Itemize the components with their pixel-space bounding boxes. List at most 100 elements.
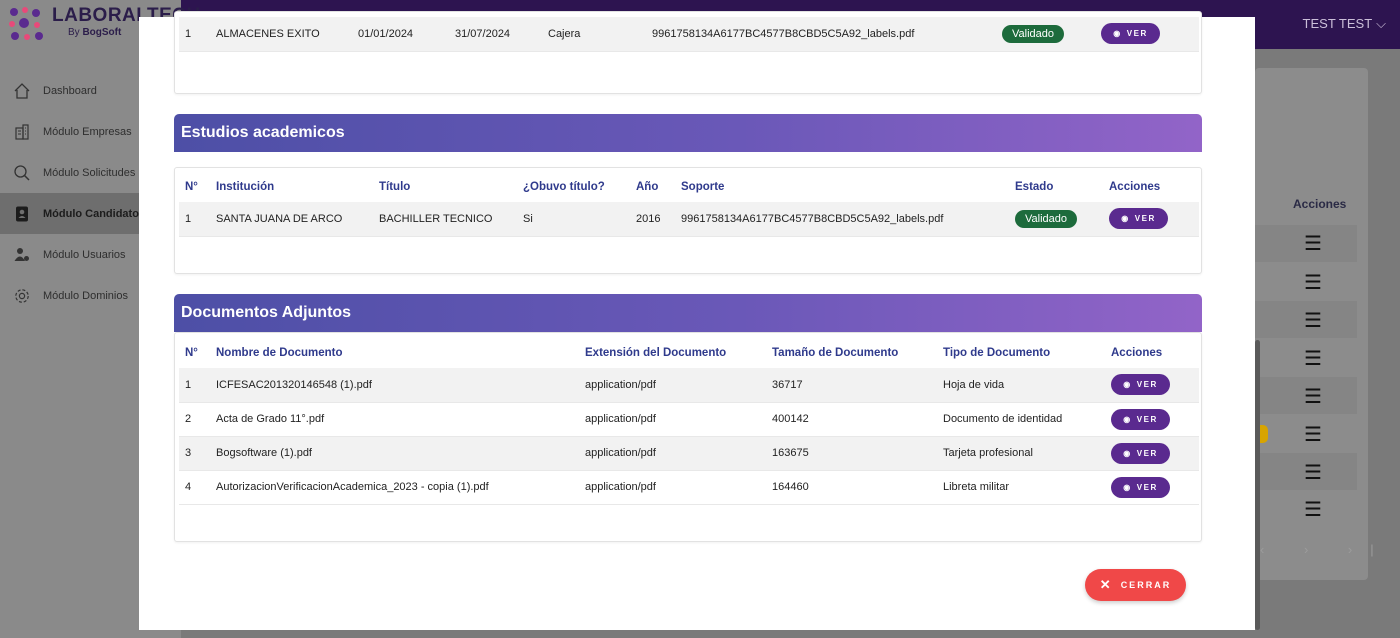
menu-icon[interactable]: ☰ — [1304, 422, 1322, 447]
document-num: 1 — [179, 368, 210, 403]
document-size: 164460 — [766, 470, 937, 505]
view-button[interactable]: ◉ VER — [1111, 442, 1170, 464]
column-header: Tamaño de Documento — [772, 346, 899, 359]
menu-icon[interactable]: ☰ — [1304, 346, 1322, 371]
brand-sub: By BogSoft — [68, 27, 121, 38]
menu-icon[interactable]: ☰ — [1304, 270, 1322, 295]
document-ext: application/pdf — [579, 436, 766, 471]
sidebar-item-label: Módulo Usuarios — [43, 248, 126, 261]
menu-icon[interactable]: ☰ — [1304, 460, 1322, 485]
eye-icon: ◉ — [1123, 414, 1132, 424]
brand-sub-prefix: By — [68, 27, 80, 38]
column-header: Nombre de Documento — [216, 346, 343, 359]
chevron-down-icon: ⌵ — [1376, 16, 1386, 31]
studies-table-card: N° Institución Título ¿Obuvo título? Año… — [174, 167, 1202, 274]
column-header: Acciones — [1111, 346, 1163, 359]
column-header: ¿Obuvo título? — [523, 180, 605, 193]
view-button-label: VER — [1136, 414, 1158, 424]
eye-icon: ◉ — [1123, 380, 1132, 390]
view-button[interactable]: ◉ VER — [1109, 208, 1168, 230]
modal-scrollbar[interactable] — [1255, 340, 1260, 630]
column-header: Acciones — [1109, 180, 1161, 193]
document-type: Libreta militar — [937, 470, 1105, 505]
close-button-label: CERRAR — [1120, 580, 1172, 590]
documents-title: Documentos Adjuntos — [174, 294, 1202, 332]
id-badge-icon — [12, 204, 32, 224]
study-year: 2016 — [630, 202, 675, 237]
column-header: Año — [636, 180, 659, 193]
column-header: Tipo de Documento — [943, 346, 1051, 359]
sidebar-item-label: Módulo Solicitudes — [43, 166, 136, 179]
candidate-detail-modal: 1 ALMACENES EXITO 01/01/2024 31/07/2024 … — [139, 11, 1255, 630]
view-button[interactable]: ◉ VER — [1101, 23, 1160, 45]
view-button[interactable]: ◉ VER — [1111, 374, 1170, 396]
view-button[interactable]: ◉ VER — [1111, 408, 1170, 430]
documents-table-card: N° Nombre de Documento Extensión del Doc… — [174, 332, 1202, 542]
experience-company: ALMACENES EXITO — [210, 17, 352, 52]
document-type: Documento de identidad — [937, 402, 1105, 437]
search-icon — [12, 163, 32, 183]
close-button[interactable]: ✕ CERRAR — [1085, 569, 1186, 601]
document-name: ICFESAC201320146548 (1).pdf — [210, 368, 579, 403]
menu-icon[interactable]: ☰ — [1304, 384, 1322, 409]
menu-icon[interactable]: ☰ — [1304, 308, 1322, 333]
view-button-label: VER — [1136, 380, 1158, 390]
eye-icon: ◉ — [1121, 214, 1130, 224]
column-header: Institución — [216, 180, 275, 193]
document-name: Acta de Grado 11°.pdf — [210, 402, 579, 437]
column-header: Extensión del Documento — [585, 346, 727, 359]
users-icon — [12, 245, 32, 265]
document-ext: application/pdf — [579, 402, 766, 437]
user-name: TEST TEST — [1302, 16, 1373, 31]
view-button-label: VER — [1136, 482, 1158, 492]
table-row: 1 SANTA JUANA DE ARCO BACHILLER TECNICO … — [179, 202, 1199, 237]
document-ext: application/pdf — [579, 470, 766, 505]
sidebar-item-label: Módulo Candidatos — [43, 207, 146, 220]
home-icon — [12, 81, 32, 101]
view-button-label: VER — [1134, 214, 1156, 224]
column-header: N° — [185, 346, 198, 359]
studies-table: N° Institución Título ¿Obuvo título? Año… — [179, 171, 1199, 237]
gear-icon — [12, 286, 32, 306]
study-title: BACHILLER TECNICO — [373, 202, 517, 237]
close-icon: ✕ — [1099, 577, 1111, 592]
table-row: 4 AutorizacionVerificacionAcademica_2023… — [179, 470, 1199, 505]
eye-icon: ◉ — [1123, 482, 1132, 492]
view-button-label: VER — [1136, 448, 1158, 458]
experience-table-card: 1 ALMACENES EXITO 01/01/2024 31/07/2024 … — [174, 11, 1202, 94]
sidebar-item-label: Dashboard — [43, 84, 97, 97]
document-num: 4 — [179, 470, 210, 505]
status-badge: Validado — [1002, 24, 1064, 43]
column-header: N° — [185, 180, 198, 193]
user-menu[interactable]: TEST TEST ⌵ — [1303, 16, 1386, 32]
table-row: 1 ICFESAC201320146548 (1).pdf applicatio… — [179, 368, 1199, 403]
document-type: Hoja de vida — [937, 368, 1105, 403]
sidebar-item-label: Módulo Dominios — [43, 289, 128, 302]
table-row: 2 Acta de Grado 11°.pdf application/pdf … — [179, 402, 1199, 437]
column-header: Título — [379, 180, 411, 193]
document-name: AutorizacionVerificacionAcademica_2023 -… — [210, 470, 579, 505]
study-institution: SANTA JUANA DE ARCO — [210, 202, 373, 237]
study-file: 9961758134A6177BC4577B8CBD5C5A92_labels.… — [675, 202, 1009, 237]
table-row: 1 ALMACENES EXITO 01/01/2024 31/07/2024 … — [179, 17, 1199, 52]
view-button-label: VER — [1126, 29, 1148, 39]
experience-table: 1 ALMACENES EXITO 01/01/2024 31/07/2024 … — [179, 17, 1199, 52]
studies-title: Estudios academicos — [174, 114, 1202, 152]
table-header-row: N° Nombre de Documento Extensión del Doc… — [179, 337, 1199, 368]
document-num: 2 — [179, 402, 210, 437]
experience-end: 31/07/2024 — [449, 17, 542, 52]
document-num: 3 — [179, 436, 210, 471]
study-num: 1 — [179, 202, 210, 237]
documents-table: N° Nombre de Documento Extensión del Doc… — [179, 337, 1199, 505]
background-pager[interactable]: ‹ › ›| — [1260, 542, 1392, 557]
menu-icon[interactable]: ☰ — [1304, 231, 1322, 256]
document-name: Bogsoftware (1).pdf — [210, 436, 579, 471]
experience-file: 9961758134A6177BC4577B8CBD5C5A92_labels.… — [646, 17, 996, 52]
table-header-row: N° Institución Título ¿Obuvo título? Año… — [179, 171, 1199, 202]
view-button[interactable]: ◉ VER — [1111, 476, 1170, 498]
eye-icon: ◉ — [1113, 29, 1122, 39]
document-size: 163675 — [766, 436, 937, 471]
document-size: 36717 — [766, 368, 937, 403]
menu-icon[interactable]: ☰ — [1304, 497, 1322, 522]
eye-icon: ◉ — [1123, 448, 1132, 458]
